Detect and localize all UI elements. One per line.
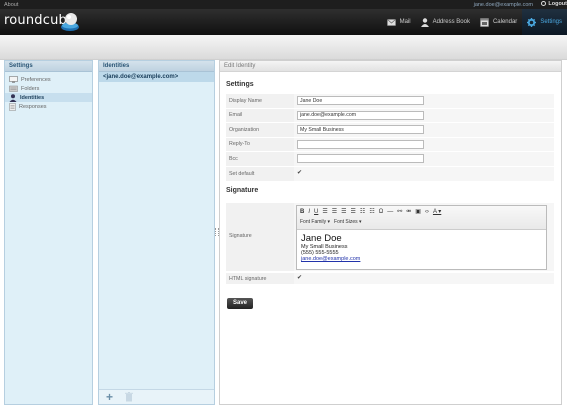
identities-list-panel: Identities <jane.doe@example.com> + [98, 60, 215, 405]
roundcube-logo-icon [61, 13, 79, 31]
html-signature-label: HTML signature [226, 273, 294, 284]
font-size-select[interactable]: Font Sizes ▾ [334, 219, 362, 225]
font-family-label: Font Family [300, 219, 327, 225]
sidebar-item-identities[interactable]: Identities [5, 93, 92, 102]
signature-content[interactable]: Jane Doe My Small Business (555) 555-555… [297, 230, 546, 266]
signature-section-heading: Signature [226, 187, 259, 194]
identity-list-item[interactable]: <jane.doe@example.com> [99, 72, 214, 82]
font-family-select[interactable]: Font Family ▾ [300, 219, 330, 225]
set-default-row: Set default ✔ [226, 165, 554, 181]
bullet-list-icon[interactable]: ☷ [360, 208, 365, 216]
delete-identity-button[interactable] [125, 392, 133, 402]
folders-icon [9, 85, 18, 92]
reply-to-field[interactable] [297, 139, 424, 149]
sidebar-item-responses[interactable]: Responses [5, 102, 92, 111]
edit-identity-title: Edit Identity [220, 61, 561, 72]
bcc-label: Bcc [226, 151, 294, 166]
signature-cell: B I U ☰ ☰ ☰ ☰ ☷ ☷ Ω — ⚯ ⚮ ▣ ‹› A ▾ Font … [294, 203, 554, 271]
horizontal-rule-icon[interactable]: — [387, 208, 393, 216]
bold-button[interactable]: B [300, 208, 304, 216]
logout-label: Logout [548, 1, 567, 7]
signature-editor[interactable]: B I U ☰ ☰ ☰ ☰ ☷ ☷ Ω — ⚯ ⚮ ▣ ‹› A ▾ Font … [296, 205, 547, 270]
task-calendar-label: Calendar [492, 19, 518, 25]
align-right-icon[interactable]: ☰ [341, 208, 346, 216]
special-char-icon[interactable]: Ω [379, 208, 384, 216]
power-icon [541, 1, 547, 6]
email-row: Email [226, 107, 554, 123]
sidebar-item-identities-label: Identities [20, 94, 45, 101]
sidebar-item-folders-label: Folders [21, 85, 40, 92]
identities-panel-title: Identities [99, 61, 214, 72]
toolbar-band [0, 35, 567, 60]
set-default-checkbox[interactable]: ✔ [297, 170, 304, 177]
align-left-icon[interactable]: ☰ [322, 208, 327, 216]
signature-label: Signature [226, 203, 294, 271]
task-settings[interactable]: Settings [522, 9, 567, 35]
signature-toolbar: B I U ☰ ☰ ☰ ☰ ☷ ☷ Ω — ⚯ ⚮ ▣ ‹› A ▾ Font … [297, 206, 546, 230]
reply-to-label: Reply-To [226, 136, 294, 152]
address-book-icon [420, 17, 429, 27]
settings-panel-title: Settings [5, 61, 92, 72]
underline-button[interactable]: U [314, 208, 318, 216]
top-line-bar: About jane.doe@example.com Logout [0, 0, 567, 9]
preferences-icon [9, 76, 18, 83]
calendar-icon [480, 17, 489, 27]
bcc-row: Bcc [226, 151, 554, 166]
font-size-label: Font Sizes [334, 219, 358, 225]
settings-section-heading: Settings [226, 81, 254, 88]
link-icon[interactable]: ⚯ [397, 208, 402, 216]
task-address-book[interactable]: Address Book [416, 9, 475, 35]
task-address-book-label: Address Book [432, 19, 470, 25]
add-identity-button[interactable]: + [106, 391, 113, 403]
display-name-row: Display Name [226, 93, 554, 108]
italic-button[interactable]: I [308, 208, 310, 216]
sidebar-item-preferences[interactable]: Preferences [5, 75, 92, 84]
save-button[interactable]: Save [227, 298, 253, 309]
email-label: Email [226, 107, 294, 123]
identities-icon [9, 93, 17, 102]
identities-footer: + [99, 389, 214, 404]
html-signature-row: HTML signature ✔ [226, 273, 554, 284]
display-name-field[interactable] [297, 96, 424, 106]
sidebar-item-responses-label: Responses [19, 103, 47, 110]
mail-icon [386, 18, 396, 26]
task-mail-label: Mail [399, 19, 411, 25]
html-signature-checkbox[interactable]: ✔ [297, 275, 304, 282]
about-link[interactable]: About [4, 2, 18, 8]
sidebar-item-folders[interactable]: Folders [5, 84, 92, 93]
edit-identity-panel: Edit Identity Settings Display Name Emai… [219, 60, 562, 405]
source-code-icon[interactable]: ‹› [425, 208, 429, 216]
settings-sections-panel: Settings Preferences Folders Identities … [4, 60, 93, 405]
email-field[interactable] [297, 110, 424, 120]
responses-icon [9, 102, 16, 111]
signature-name: Jane Doe [301, 233, 342, 244]
organization-field[interactable] [297, 125, 424, 135]
organization-label: Organization [226, 122, 294, 137]
reply-to-row: Reply-To [226, 136, 554, 152]
identity-settings-table: Display Name Email Organization Reply-To… [226, 93, 554, 181]
task-calendar[interactable]: Calendar [475, 9, 522, 35]
logout-button[interactable]: Logout [541, 1, 567, 7]
gear-icon [527, 17, 537, 27]
sidebar-item-preferences-label: Preferences [21, 76, 51, 83]
unlink-icon[interactable]: ⚮ [406, 208, 411, 216]
signature-email-link[interactable]: jane.doe@example.com [301, 256, 542, 262]
task-mail[interactable]: Mail [382, 9, 416, 35]
display-name-label: Display Name [226, 93, 294, 108]
align-justify-icon[interactable]: ☰ [351, 208, 356, 216]
align-center-icon[interactable]: ☰ [332, 208, 337, 216]
bcc-field[interactable] [297, 154, 424, 164]
app-header: roundcube Mail Address Book Calendar Set… [0, 9, 567, 35]
username-label: jane.doe@example.com [473, 1, 533, 8]
numbered-list-icon[interactable]: ☷ [369, 208, 374, 216]
image-icon[interactable]: ▣ [415, 208, 421, 216]
organization-row: Organization [226, 122, 554, 137]
text-color-icon[interactable]: A ▾ [433, 208, 441, 216]
set-default-label: Set default [226, 165, 294, 181]
task-settings-label: Settings [540, 19, 562, 25]
